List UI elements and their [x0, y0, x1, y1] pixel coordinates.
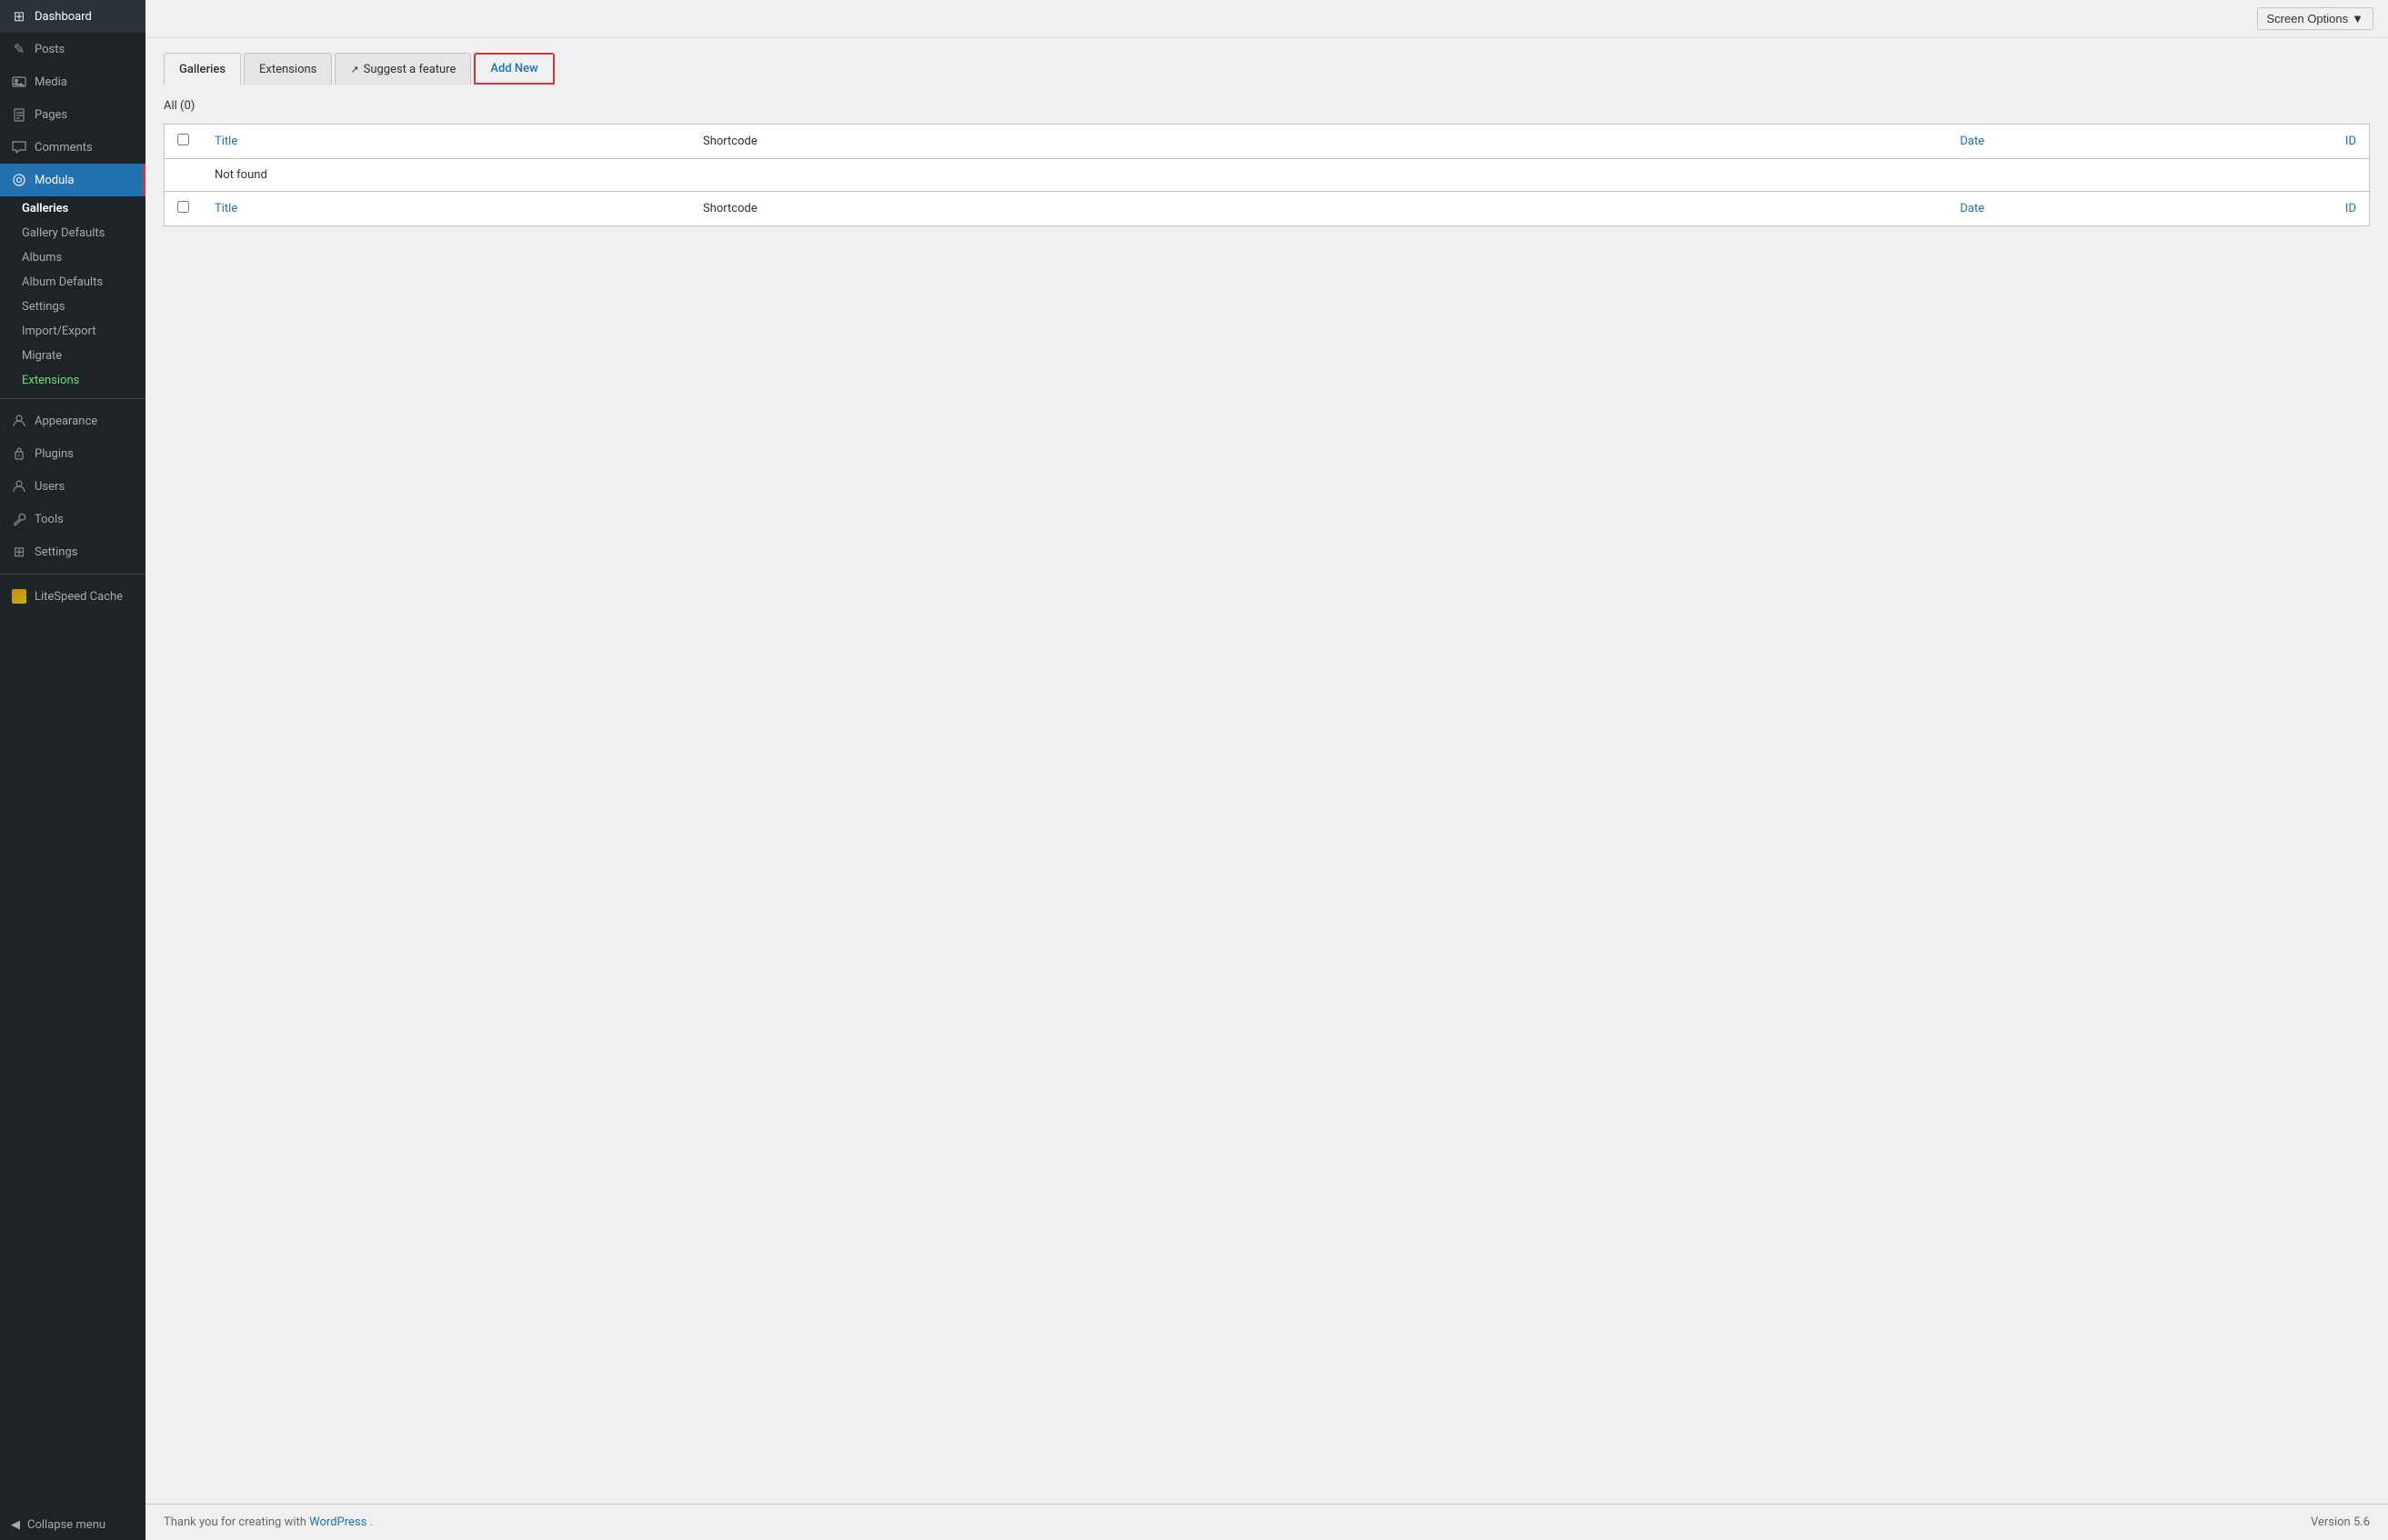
table-row-not-found: Not found — [165, 159, 2370, 192]
sidebar-item-settings[interactable]: ⊞ Settings — [0, 535, 145, 568]
sidebar-item-plugins[interactable]: Plugins — [0, 437, 145, 470]
topbar: Screen Options ▼ — [145, 0, 2388, 38]
tab-add-new[interactable]: Add New — [474, 53, 554, 85]
footer: Thank you for creating with WordPress . … — [145, 1504, 2388, 1540]
media-icon — [11, 74, 27, 90]
sidebar-item-label: Dashboard — [35, 10, 92, 24]
sidebar-item-modula[interactable]: Modula — [0, 164, 145, 196]
sidebar-item-posts[interactable]: ✎ Posts — [0, 33, 145, 65]
appearance-icon — [11, 413, 27, 429]
screen-options-label: Screen Options — [2267, 12, 2349, 25]
table-head: Title Shortcode Date ID — [165, 125, 2370, 159]
version-text: Version 5.6 — [2311, 1515, 2370, 1529]
sidebar-item-litespeed[interactable]: LiteSpeed Cache — [0, 580, 145, 613]
sidebar-item-media[interactable]: Media — [0, 65, 145, 98]
screen-options-button[interactable]: Screen Options ▼ — [2257, 7, 2373, 30]
sidebar-subitem-gallery-defaults[interactable]: Gallery Defaults — [0, 221, 145, 245]
sidebar-item-label: Users — [35, 480, 65, 494]
sidebar-item-label: Plugins — [35, 447, 74, 461]
sidebar-item-label: Pages — [35, 108, 67, 122]
sidebar-item-label: Appearance — [35, 415, 97, 428]
tab-galleries-label: Galleries — [179, 63, 226, 76]
tabs-bar: Galleries Extensions ↗ Suggest a feature… — [164, 53, 2370, 85]
sidebar-item-users[interactable]: Users — [0, 470, 145, 503]
sidebar-subitem-settings[interactable]: Settings — [0, 295, 145, 319]
sidebar-subitem-extensions[interactable]: Extensions — [0, 368, 145, 393]
collapse-label: Collapse menu — [27, 1518, 105, 1532]
filter-bar: All (0) — [164, 99, 2370, 113]
sidebar-subitem-import-export[interactable]: Import/Export — [0, 319, 145, 344]
filter-count: (0) — [180, 99, 195, 113]
sidebar-item-label: Media — [35, 75, 67, 89]
tab-suggest[interactable]: ↗ Suggest a feature — [335, 53, 471, 85]
content-area: Galleries Extensions ↗ Suggest a feature… — [145, 38, 2388, 1504]
select-all-checkbox[interactable] — [177, 134, 189, 145]
settings-icon: ⊞ — [11, 544, 27, 560]
main-content: Screen Options ▼ Galleries Extensions ↗ … — [145, 0, 2388, 1540]
sidebar-subitem-albums[interactable]: Albums — [0, 245, 145, 270]
sidebar-item-tools[interactable]: Tools — [0, 503, 145, 535]
sidebar-item-label: Posts — [35, 43, 65, 56]
sidebar-item-label: Modula — [35, 174, 75, 187]
galleries-table: Title Shortcode Date ID Not found — [164, 124, 2370, 226]
sidebar-subitem-album-defaults[interactable]: Album Defaults — [0, 270, 145, 295]
table-header-id[interactable]: ID — [1997, 125, 2369, 159]
table-header-date[interactable]: Date — [1495, 125, 1997, 159]
plugins-icon — [11, 445, 27, 462]
table-footer-shortcode: Shortcode — [690, 192, 1495, 226]
table-footer-date[interactable]: Date — [1495, 192, 1997, 226]
table-header-title[interactable]: Title — [202, 125, 690, 159]
sidebar-item-label: LiteSpeed Cache — [35, 590, 123, 604]
posts-icon: ✎ — [11, 41, 27, 57]
tab-galleries[interactable]: Galleries — [164, 53, 241, 85]
screen-options-arrow: ▼ — [2352, 12, 2363, 25]
table-footer-checkbox — [165, 192, 203, 226]
filter-all-label: All — [164, 99, 177, 113]
table-foot: Title Shortcode Date ID — [165, 192, 2370, 226]
sidebar-subitem-galleries[interactable]: Galleries — [0, 196, 145, 221]
footer-text: Thank you for creating with WordPress . — [164, 1515, 373, 1529]
tab-extensions[interactable]: Extensions — [244, 53, 332, 85]
select-all-footer-checkbox[interactable] — [177, 201, 189, 213]
table-body: Not found — [165, 159, 2370, 192]
litespeed-icon — [11, 588, 27, 605]
tab-suggest-label: Suggest a feature — [364, 63, 457, 76]
pages-icon — [11, 106, 27, 123]
users-icon — [11, 478, 27, 495]
tools-icon — [11, 511, 27, 527]
collapse-menu[interactable]: ◀ Collapse menu — [0, 1510, 145, 1540]
table-footer-title[interactable]: Title — [202, 192, 690, 226]
modula-icon — [11, 172, 27, 188]
external-link-icon: ↗ — [350, 64, 358, 75]
sidebar-item-label: Tools — [35, 513, 64, 526]
wordpress-link[interactable]: WordPress — [309, 1515, 369, 1529]
sidebar-item-comments[interactable]: Comments — [0, 131, 145, 164]
sidebar-item-pages[interactable]: Pages — [0, 98, 145, 131]
sidebar-subitem-migrate[interactable]: Migrate — [0, 344, 145, 368]
table-header-checkbox — [165, 125, 203, 159]
sidebar-item-label: Settings — [35, 545, 77, 559]
table-footer-id[interactable]: ID — [1997, 192, 2369, 226]
comments-icon — [11, 139, 27, 155]
not-found-message: Not found — [202, 159, 2370, 192]
dashboard-icon: ⊞ — [11, 8, 27, 25]
tab-add-new-label: Add New — [490, 62, 537, 75]
collapse-icon: ◀ — [11, 1518, 20, 1532]
table-header-shortcode: Shortcode — [690, 125, 1495, 159]
not-found-checkbox — [165, 159, 203, 192]
tab-extensions-label: Extensions — [259, 63, 316, 76]
sidebar-divider — [0, 398, 145, 399]
sidebar: ⊞ Dashboard ✎ Posts Media Pages — [0, 0, 145, 1540]
sidebar-item-appearance[interactable]: Appearance — [0, 405, 145, 437]
sidebar-divider-2 — [0, 574, 145, 575]
sidebar-item-dashboard[interactable]: ⊞ Dashboard — [0, 0, 145, 33]
sidebar-item-label: Comments — [35, 141, 93, 155]
